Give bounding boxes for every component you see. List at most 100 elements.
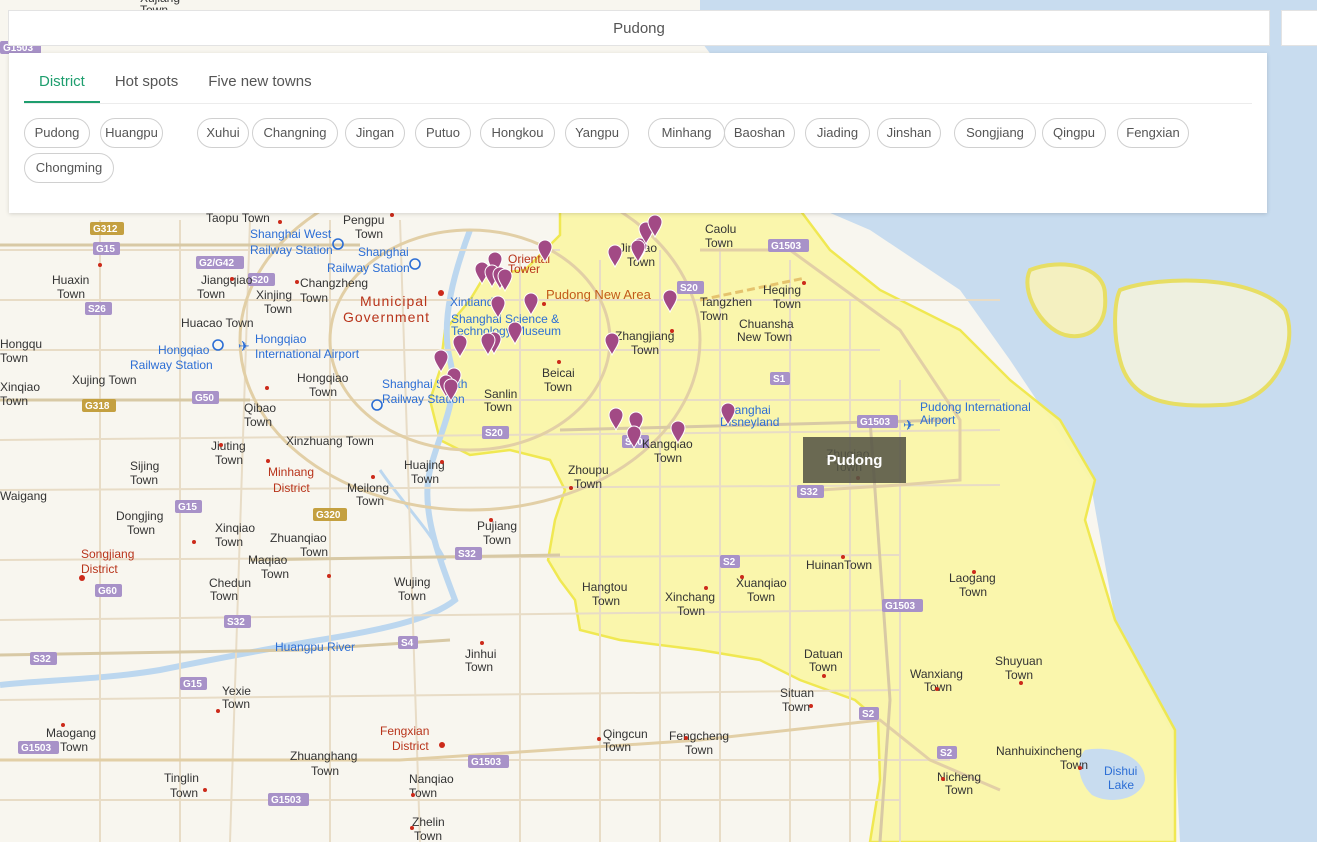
- map-label: Town: [677, 604, 705, 618]
- map-label: Caolu: [705, 222, 736, 236]
- map-label: District: [392, 739, 429, 753]
- map-label: Xinqiao: [0, 380, 40, 394]
- map-label: Jinhui: [465, 647, 496, 661]
- district-chip-hongkou[interactable]: Hongkou: [480, 118, 555, 148]
- tab-hot-spots[interactable]: Hot spots: [100, 53, 193, 103]
- highway-label: S2: [940, 748, 953, 759]
- map-label: Town: [57, 287, 85, 301]
- district-chip-jiading[interactable]: Jiading: [805, 118, 870, 148]
- map-label: Town: [1060, 758, 1088, 772]
- highway-label: G1503: [471, 757, 501, 768]
- map-label: Xintiandi: [450, 295, 496, 309]
- district-chip-jingan[interactable]: Jingan: [345, 118, 405, 148]
- map-label: HuinanTown: [806, 558, 872, 572]
- map-label: Pengpu: [343, 213, 384, 227]
- map-label: Songjiang: [81, 547, 134, 561]
- map-label: Town: [773, 297, 801, 311]
- map-label: Huacao Town: [181, 316, 254, 330]
- map-label: Shuyuan: [995, 654, 1042, 668]
- map-label: Heqing: [763, 283, 801, 297]
- highway-label: G2/G42: [199, 258, 234, 269]
- search-button[interactable]: [1281, 10, 1317, 46]
- map-label: Huajing: [404, 458, 445, 472]
- district-chip-minhang[interactable]: Minhang: [648, 118, 725, 148]
- svg-text:✈: ✈: [903, 418, 915, 434]
- map-label: Datuan: [804, 647, 843, 661]
- map-label: Town: [210, 589, 238, 603]
- map-label: Town: [959, 585, 987, 599]
- tab-five-new-towns[interactable]: Five new towns: [193, 53, 326, 103]
- map-label: Town: [244, 415, 272, 429]
- map-label: Town: [398, 589, 426, 603]
- map-label: Zhuanqiao: [270, 531, 327, 545]
- map-label: Zhoupu: [568, 463, 609, 477]
- map-label: Xinzhuang Town: [286, 434, 374, 448]
- map-label: Tangzhen: [700, 295, 752, 309]
- map-label: Hangtou: [582, 580, 627, 594]
- district-chip-yangpu[interactable]: Yangpu: [565, 118, 629, 148]
- map-label: Huaxin: [52, 273, 89, 287]
- district-chip-putuo[interactable]: Putuo: [415, 118, 471, 148]
- map-label: Town: [465, 660, 493, 674]
- map-label: District: [273, 481, 310, 495]
- map-label: Minhang: [268, 465, 314, 479]
- map-label: Town: [705, 236, 733, 250]
- highway-label: S20: [251, 275, 269, 286]
- map-label: Xinchang: [665, 590, 715, 604]
- district-chip-pudong[interactable]: Pudong: [24, 118, 90, 148]
- map-label: Maogang: [46, 726, 96, 740]
- district-chip-xuhui[interactable]: Xuhui: [197, 118, 249, 148]
- map-label: Tower: [508, 262, 540, 276]
- highway-label: S20: [680, 283, 698, 294]
- tab-district[interactable]: District: [24, 53, 100, 103]
- map-label: Railway Station: [327, 261, 410, 275]
- map-label: Town: [311, 764, 339, 778]
- highway-label: S32: [458, 549, 476, 560]
- map-label: Town: [1005, 668, 1033, 682]
- district-chip-huangpu[interactable]: Huangpu: [100, 118, 163, 148]
- map-label: Town: [747, 590, 775, 604]
- highway-label: G318: [85, 401, 110, 412]
- map-label: Town: [130, 473, 158, 487]
- district-chip-fengxian[interactable]: Fengxian: [1117, 118, 1189, 148]
- map-label: Town: [264, 302, 292, 316]
- map-label: Government: [343, 309, 430, 325]
- map-label: Town: [170, 786, 198, 800]
- map-label: Town: [356, 494, 384, 508]
- map-label: Town: [685, 743, 713, 757]
- search-value: Pudong: [613, 19, 665, 37]
- district-chip-qingpu[interactable]: Qingpu: [1042, 118, 1106, 148]
- district-chip-changning[interactable]: Changning: [252, 118, 338, 148]
- highway-label: S2: [862, 709, 875, 720]
- map-label: Kangqiao: [642, 437, 693, 451]
- map-label: Chedun: [209, 576, 251, 590]
- map-label: Shanghai: [358, 245, 409, 259]
- map-label: Nicheng: [937, 770, 981, 784]
- map-label: Wanxiang: [910, 667, 963, 681]
- district-chip-songjiang[interactable]: Songjiang: [954, 118, 1036, 148]
- island-2: [1113, 278, 1292, 408]
- map-tooltip: Pudong: [803, 437, 906, 483]
- district-chip-jinshan[interactable]: Jinshan: [877, 118, 941, 148]
- map-label: Town: [197, 287, 225, 301]
- map-label: Hongqiao: [297, 371, 349, 385]
- map-label: Railway Station: [250, 243, 333, 257]
- map-label: Town: [924, 680, 952, 694]
- search-input[interactable]: Pudong: [8, 10, 1270, 46]
- map-label: Sijing: [130, 459, 159, 473]
- map-label: Yexie: [222, 684, 251, 698]
- map-label: Xinjing: [256, 288, 292, 302]
- map-label: Hongqiao: [158, 343, 210, 357]
- district-chip-baoshan[interactable]: Baoshan: [724, 118, 795, 148]
- map-label: Chuansha: [739, 317, 794, 331]
- map-label: Situan: [780, 686, 814, 700]
- map-label: Fengxian: [380, 724, 429, 738]
- highway-label: G1503: [885, 601, 915, 612]
- map-label: Dongjing: [116, 509, 163, 523]
- district-chip-chongming[interactable]: Chongming: [24, 153, 114, 183]
- map-label: Pujiang: [477, 519, 517, 533]
- map-label: Town: [809, 660, 837, 674]
- map-label: Lake: [1108, 778, 1134, 792]
- map-label: Wujing: [394, 575, 430, 589]
- map-label: Zhangjiang: [615, 329, 674, 343]
